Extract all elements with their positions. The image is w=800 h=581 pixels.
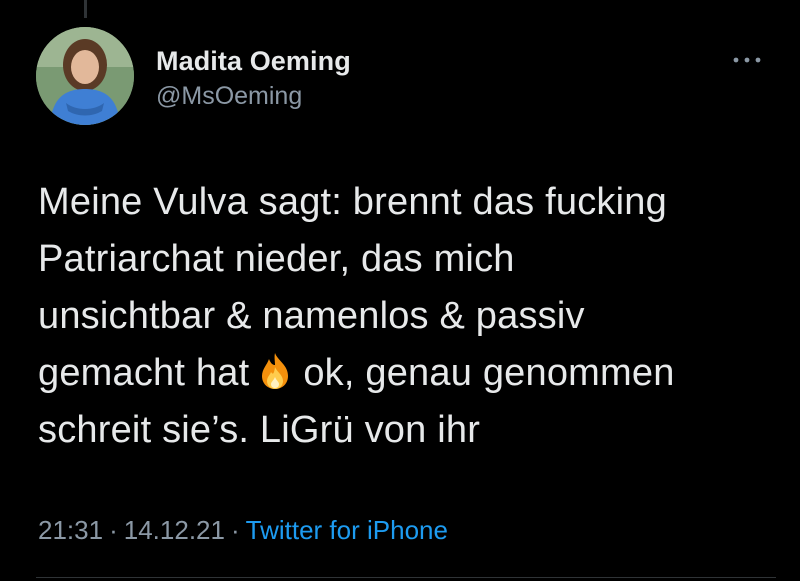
- tweet-text-line: unsichtbar & namenlos & passiv: [38, 295, 585, 337]
- tweet-text-line: Meine Vulva sagt: brennt das fucking: [38, 181, 667, 223]
- meta-separator: ·: [230, 515, 240, 545]
- author-block: Madita Oeming @MsOeming: [156, 44, 351, 112]
- more-dots-icon: [733, 57, 761, 63]
- more-options-button[interactable]: [725, 48, 769, 72]
- thread-connector-line: [84, 0, 87, 18]
- tweet-card: Madita Oeming @MsOeming Meine Vulva sagt…: [0, 0, 800, 581]
- profile-photo-icon: [36, 27, 134, 125]
- tweet-date[interactable]: 14.12.21: [124, 515, 225, 545]
- tweet-metadata: 21:31 · 14.12.21 · Twitter for iPhone: [38, 513, 448, 547]
- tweet-text-segment: gemacht hat: [38, 352, 250, 394]
- fire-emoji-icon: [255, 351, 295, 391]
- author-handle[interactable]: @MsOeming: [156, 80, 351, 112]
- avatar[interactable]: [36, 27, 134, 125]
- divider: [36, 577, 776, 578]
- tweet-text-line: Patriarchat nieder, das mich: [38, 238, 515, 280]
- tweet-text: Meine Vulva sagt: brennt das fucking Pat…: [38, 174, 778, 459]
- tweet-time[interactable]: 21:31: [38, 515, 103, 545]
- tweet-text-line: schreit sie’s. LiGrü von ihr: [38, 409, 481, 451]
- author-name[interactable]: Madita Oeming: [156, 44, 351, 78]
- tweet-source-link[interactable]: Twitter for iPhone: [246, 515, 448, 545]
- meta-separator: ·: [109, 515, 118, 545]
- tweet-text-segment: ok, genau genommen: [303, 352, 675, 394]
- tweet-text-line: gemacht hat ok, genau genommen: [38, 345, 778, 402]
